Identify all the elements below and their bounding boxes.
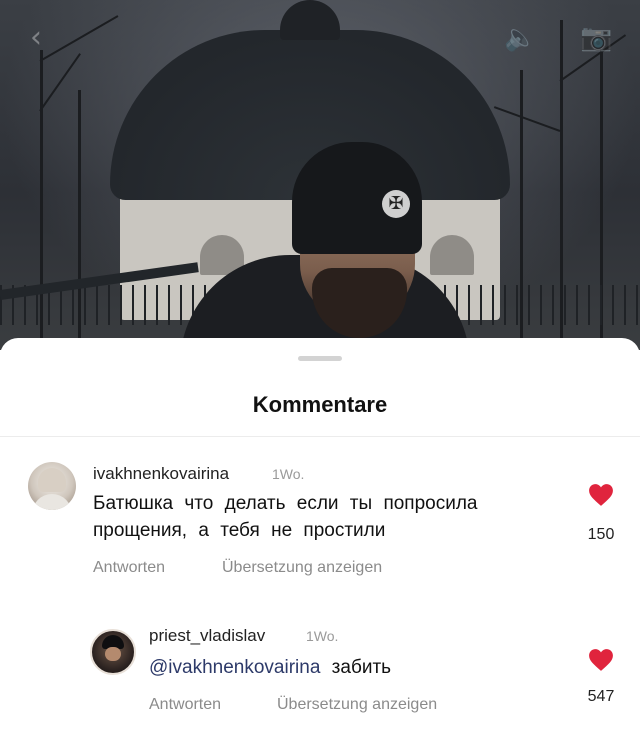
- sheet-title: Kommentare: [252, 392, 388, 417]
- like-count: 547: [587, 688, 615, 705]
- reply-text-body: забить: [331, 657, 392, 678]
- show-translation-button[interactable]: Übersetzung anzeigen: [277, 696, 437, 714]
- like-count: 150: [587, 526, 615, 543]
- divider: [0, 436, 640, 437]
- comment-text-line2: прощения, а тебя не простили: [93, 520, 386, 541]
- avatar[interactable]: [90, 629, 136, 675]
- show-translation-button[interactable]: Übersetzung anzeigen: [222, 559, 382, 577]
- mention-link[interactable]: @ivakhnenkovairina: [149, 657, 320, 678]
- drag-handle[interactable]: [298, 356, 342, 361]
- reply-text: @ivakhnenkovairina забить: [149, 654, 391, 681]
- video-background: ✠ ‹ 🔈 📷: [0, 0, 640, 350]
- comments-sheet: Kommentare ivakhnenkovairina 1Wo. Батюшк…: [0, 338, 640, 741]
- comment-timestamp: 1Wo.: [272, 466, 305, 482]
- speaker-icon[interactable]: 🔈: [504, 18, 536, 58]
- reply-button[interactable]: Antworten: [93, 559, 165, 577]
- comment-username[interactable]: ivakhnenkovairina: [93, 464, 229, 484]
- comment-text-line1: Батюшка что делать если ты попросила: [93, 493, 478, 514]
- camera-icon[interactable]: 📷: [580, 18, 612, 58]
- cross-icon: ✠: [382, 190, 410, 218]
- reply-button[interactable]: Antworten: [149, 696, 221, 714]
- avatar[interactable]: [28, 462, 76, 510]
- reply-username[interactable]: priest_vladislav: [149, 626, 265, 646]
- reply-timestamp: 1Wo.: [306, 628, 339, 644]
- like-heart-icon[interactable]: [588, 483, 614, 507]
- back-icon[interactable]: ‹: [30, 18, 42, 58]
- like-heart-icon[interactable]: [588, 648, 614, 672]
